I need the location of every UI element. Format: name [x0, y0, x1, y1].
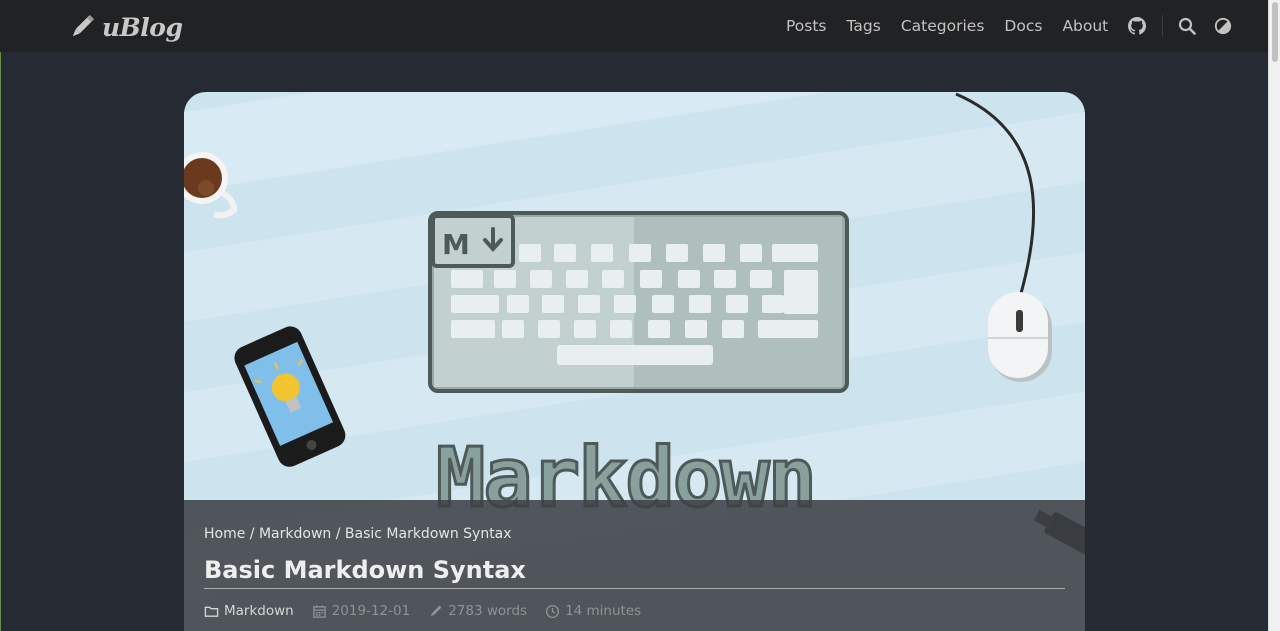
- brand-link[interactable]: uBlog: [66, 10, 183, 44]
- clock-icon: [545, 604, 560, 618]
- page-title: Basic Markdown Syntax: [204, 554, 1065, 589]
- nav-categories[interactable]: Categories: [901, 17, 985, 35]
- main-nav: Posts Tags Categories Docs About: [776, 0, 1241, 52]
- top-navbar: uBlog Posts Tags Categories Docs About: [0, 0, 1268, 52]
- post-header: Home / Markdown / Basic Markdown Syntax …: [184, 500, 1085, 631]
- word-count: 2783 words: [448, 603, 528, 619]
- pencil-icon: [431, 605, 442, 616]
- nav-about[interactable]: About: [1062, 17, 1108, 35]
- nav-docs[interactable]: Docs: [1004, 17, 1042, 35]
- breadcrumb-separator: /: [245, 526, 259, 542]
- calendar-icon: [312, 604, 326, 618]
- markdown-badge-text: M: [442, 228, 470, 261]
- breadcrumb-current: Basic Markdown Syntax: [344, 526, 512, 542]
- nav-posts[interactable]: Posts: [786, 17, 827, 35]
- brand-name: uBlog: [102, 12, 183, 42]
- nav-divider: [1162, 15, 1164, 37]
- category-link[interactable]: Markdown: [224, 603, 294, 619]
- reading-time: 14 minutes: [565, 603, 642, 619]
- theme-toggle-icon[interactable]: [1214, 17, 1232, 35]
- github-icon[interactable]: [1128, 17, 1147, 35]
- keyboard-illustration: M: [428, 211, 849, 393]
- folder-icon: [204, 606, 219, 617]
- window-edge: [0, 0, 1, 631]
- scrollbar-thumb[interactable]: [1272, 2, 1278, 62]
- pencil-icon: [72, 14, 95, 37]
- post-meta: Markdown 2019-12-01 2783 words 14 minute…: [204, 603, 659, 619]
- post-card: M Markdown Home / Markdown / Basic Markd…: [184, 92, 1085, 631]
- breadcrumb-home[interactable]: Home: [204, 526, 245, 542]
- search-icon[interactable]: [1178, 17, 1197, 35]
- breadcrumb-markdown[interactable]: Markdown: [259, 526, 331, 542]
- breadcrumb-separator: /: [331, 526, 345, 542]
- breadcrumb: Home / Markdown / Basic Markdown Syntax: [204, 526, 512, 542]
- nav-tags[interactable]: Tags: [847, 17, 881, 35]
- vertical-scrollbar[interactable]: [1268, 0, 1280, 631]
- post-date: 2019-12-01: [331, 603, 411, 619]
